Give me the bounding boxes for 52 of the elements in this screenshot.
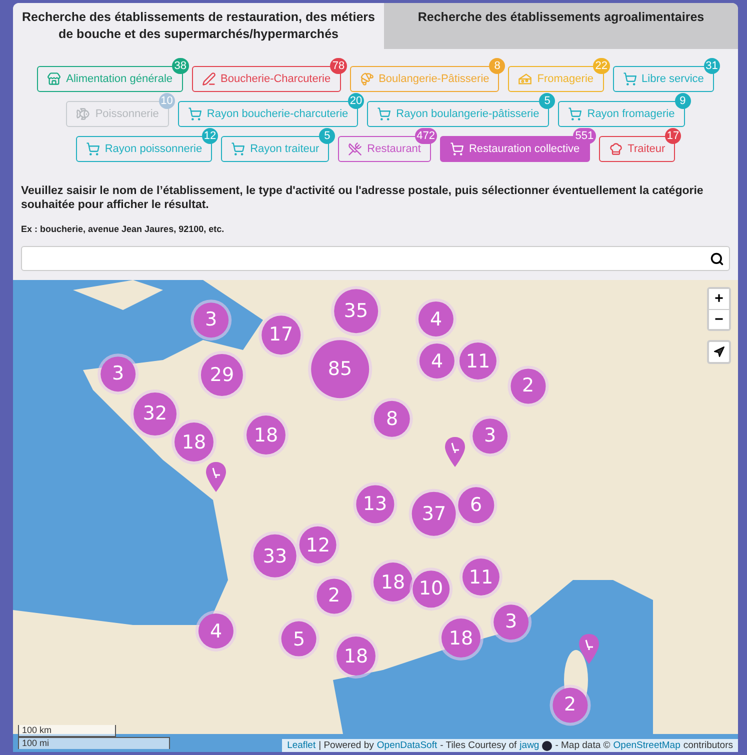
croissant-icon bbox=[360, 72, 374, 86]
attribution-text: | Powered by bbox=[318, 740, 374, 751]
map-pin-icon[interactable] bbox=[444, 436, 466, 468]
locate-button[interactable] bbox=[707, 340, 731, 364]
fish-icon bbox=[76, 107, 90, 121]
cart-icon bbox=[86, 142, 100, 156]
scale-bar: 100 km bbox=[18, 725, 116, 737]
scale-bar: 100 mi bbox=[18, 737, 170, 749]
count-badge: 31 bbox=[704, 58, 720, 74]
cart-icon bbox=[568, 107, 582, 121]
count-badge: 20 bbox=[348, 93, 364, 109]
count-badge: 5 bbox=[319, 128, 336, 144]
cluster-marker[interactable]: 3 bbox=[194, 302, 228, 338]
utensils-icon bbox=[348, 142, 362, 156]
navigation-icon bbox=[713, 346, 725, 358]
zoom-out-button[interactable]: − bbox=[709, 309, 729, 329]
chef-hat-icon bbox=[608, 142, 623, 156]
count-badge: 12 bbox=[202, 128, 218, 144]
trolley-icon bbox=[450, 142, 464, 156]
count-badge: 8 bbox=[489, 58, 506, 74]
cheese-icon bbox=[518, 72, 532, 86]
store-icon bbox=[47, 72, 62, 86]
cluster-marker[interactable]: 2 bbox=[552, 688, 588, 722]
map-pin-icon[interactable] bbox=[578, 633, 600, 665]
count-badge: 17 bbox=[664, 128, 682, 144]
count-badge: 22 bbox=[593, 58, 610, 74]
attribution-text: - Tiles Courtesy of bbox=[440, 740, 517, 751]
attribution-link[interactable]: OpenStreetMap bbox=[613, 740, 680, 751]
example-text: Ex : boucherie, avenue Jean Jaures, 92100, etc. bbox=[21, 224, 226, 234]
count-badge: 9 bbox=[674, 93, 691, 109]
instructions-text: Veuillez saisir le nom de l’établissement, le type d'activité ou l'adresse postale, puis sélectionner éventuellement la catégorie souhaitée pour afficher le résultat. bbox=[21, 184, 704, 212]
count-badge: 551 bbox=[573, 128, 596, 144]
cart-icon bbox=[622, 72, 637, 86]
cart-icon bbox=[188, 107, 202, 121]
search-icon[interactable] bbox=[710, 252, 724, 266]
count-badge: 5 bbox=[539, 93, 556, 109]
attribution-link[interactable]: OpenDataSoft bbox=[376, 740, 438, 751]
cluster-marker[interactable]: 3 bbox=[100, 356, 136, 392]
search-field[interactable] bbox=[21, 246, 730, 271]
attribution-text: contributors bbox=[683, 740, 733, 751]
attribution-text: - Map data © bbox=[555, 740, 610, 751]
cart-icon bbox=[231, 142, 246, 156]
count-badge: 472 bbox=[414, 128, 437, 144]
map-pin-icon[interactable] bbox=[205, 461, 227, 493]
count-badge: 10 bbox=[158, 93, 175, 109]
logo-icon bbox=[542, 740, 552, 750]
count-badge: 38 bbox=[172, 58, 189, 74]
attribution-link[interactable]: Leaflet bbox=[287, 740, 316, 751]
count-badge: 78 bbox=[330, 58, 347, 74]
tab[interactable]: Recherche des établissements agroalimentaires bbox=[384, 3, 738, 49]
cart-icon bbox=[377, 107, 392, 121]
attribution-link[interactable]: jawg bbox=[520, 740, 540, 751]
